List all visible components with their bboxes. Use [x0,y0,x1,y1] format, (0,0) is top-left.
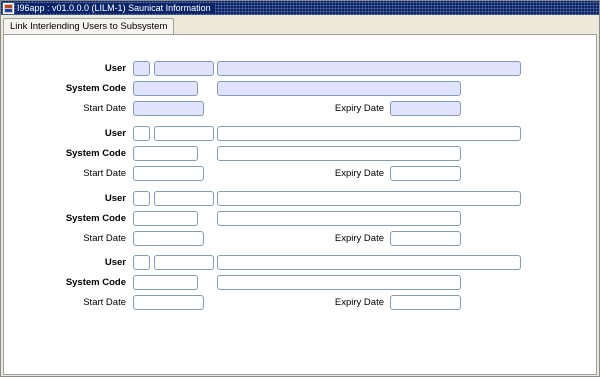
system-code-label: System Code [65,148,126,159]
user-name-field[interactable] [217,255,521,270]
form-panel: User System Code Start Date Expiry Date User… [3,34,597,375]
system-code-label: System Code [65,277,126,288]
system-code-field[interactable] [133,81,198,96]
expiry-date-field[interactable] [390,231,461,246]
system-name-field[interactable] [217,275,461,290]
expiry-date-label: Expiry Date [334,168,384,179]
user-check-field[interactable] [133,255,150,270]
start-date-label: Start Date [83,233,126,244]
system-code-label: System Code [65,83,126,94]
expiry-date-label: Expiry Date [334,103,384,114]
title-bar[interactable]: I96app : v01.0.0.0 (LILM-1) Saunicat Inf… [1,1,599,15]
system-code-label: System Code [65,213,126,224]
start-date-label: Start Date [83,168,126,179]
expiry-date-field[interactable] [390,101,461,116]
user-label: User [104,63,126,74]
user-code-field[interactable] [154,191,214,206]
start-date-label: Start Date [83,103,126,114]
window-title: I96app : v01.0.0.0 (LILM-1) Saunicat Inf… [17,3,215,13]
user-code-field[interactable] [154,126,214,141]
expiry-date-field[interactable] [390,295,461,310]
system-name-field[interactable] [217,81,461,96]
system-name-field[interactable] [217,211,461,226]
user-name-field[interactable] [217,61,521,76]
user-check-field[interactable] [133,126,150,141]
expiry-date-field[interactable] [390,166,461,181]
user-name-field[interactable] [217,126,521,141]
start-date-field[interactable] [133,295,204,310]
tab-strip: Link Interlending Users to Subsystem [1,15,599,36]
system-code-field[interactable] [133,211,198,226]
app-icon[interactable] [3,2,14,14]
user-check-field[interactable] [133,191,150,206]
user-label: User [104,128,126,139]
user-label: User [104,193,126,204]
user-code-field[interactable] [154,255,214,270]
system-code-field[interactable] [133,275,198,290]
start-date-field[interactable] [133,231,204,246]
expiry-date-label: Expiry Date [334,297,384,308]
user-name-field[interactable] [217,191,521,206]
user-code-field[interactable] [154,61,214,76]
start-date-field[interactable] [133,166,204,181]
system-name-field[interactable] [217,146,461,161]
user-check-field[interactable] [133,61,150,76]
expiry-date-label: Expiry Date [334,233,384,244]
start-date-label: Start Date [83,297,126,308]
user-label: User [104,257,126,268]
app-window: I96app : v01.0.0.0 (LILM-1) Saunicat Inf… [0,0,600,377]
start-date-field[interactable] [133,101,204,116]
system-code-field[interactable] [133,146,198,161]
